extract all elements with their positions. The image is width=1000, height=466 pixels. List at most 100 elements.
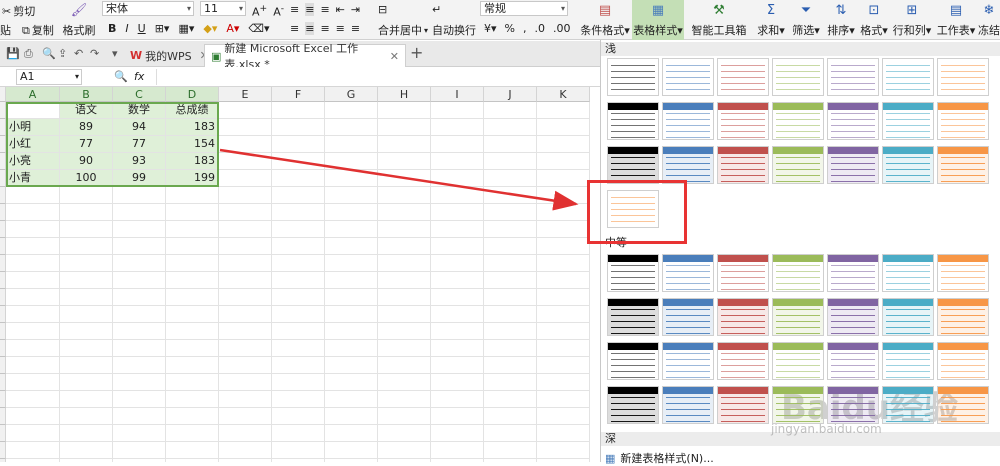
grid-cell[interactable] <box>219 425 272 442</box>
grid-cell[interactable] <box>6 221 60 238</box>
grid-cell[interactable] <box>272 102 325 119</box>
grid-cell[interactable] <box>484 272 537 289</box>
grid-cell[interactable] <box>378 340 431 357</box>
table-style-swatch[interactable] <box>882 342 934 380</box>
table-style-swatch[interactable] <box>882 386 934 424</box>
grid-cell[interactable] <box>166 272 219 289</box>
cut-button[interactable]: ✂ 剪切 <box>2 3 35 19</box>
grid-cell[interactable] <box>219 442 272 459</box>
grid-cell[interactable] <box>272 170 325 187</box>
font-name-select[interactable]: 宋体 ▾ <box>102 1 194 16</box>
table-style-swatch[interactable] <box>662 254 714 292</box>
grid-cell[interactable] <box>272 153 325 170</box>
grid-cell[interactable] <box>272 187 325 204</box>
grid-cell[interactable] <box>272 221 325 238</box>
grid-cell[interactable] <box>219 102 272 119</box>
grid-cell[interactable] <box>219 204 272 221</box>
column-header-e[interactable]: E <box>219 87 272 102</box>
grid-cell[interactable] <box>166 255 219 272</box>
row-header[interactable] <box>0 357 6 374</box>
zoom-icon[interactable]: 🔍 <box>114 70 128 83</box>
grid-cell[interactable] <box>60 340 113 357</box>
print-icon[interactable]: ⎙ <box>24 47 33 61</box>
grid-cell[interactable] <box>113 408 166 425</box>
grid-cell[interactable] <box>484 102 537 119</box>
grid-cell[interactable] <box>537 102 590 119</box>
grid-cell[interactable] <box>431 187 484 204</box>
grid-cell[interactable] <box>219 323 272 340</box>
table-style-swatch[interactable] <box>827 102 879 140</box>
grid-cell[interactable] <box>484 374 537 391</box>
grid-cell[interactable] <box>272 255 325 272</box>
row-header[interactable] <box>0 238 6 255</box>
grid-cell[interactable] <box>113 289 166 306</box>
grid-cell[interactable] <box>60 238 113 255</box>
grid-cell[interactable] <box>272 289 325 306</box>
grid-cell[interactable] <box>325 425 378 442</box>
table-style-swatch[interactable] <box>717 342 769 380</box>
column-header-j[interactable]: J <box>484 87 537 102</box>
table-style-swatch[interactable] <box>662 298 714 336</box>
grid-cell[interactable] <box>219 187 272 204</box>
decrease-decimal-icon[interactable]: .00 <box>553 22 571 35</box>
grid-cell[interactable] <box>6 238 60 255</box>
bold-button[interactable]: B <box>108 22 116 35</box>
grid-cell[interactable] <box>60 442 113 459</box>
grid-cell[interactable] <box>325 119 378 136</box>
table-style-swatch[interactable] <box>772 146 824 184</box>
grid-cell[interactable] <box>378 204 431 221</box>
grid-cell[interactable] <box>484 238 537 255</box>
formula-input[interactable] <box>156 69 596 85</box>
new-table-style-button[interactable]: ▦ 新建表格样式(N)... <box>605 450 714 466</box>
format-button[interactable]: ⊡ 格式▾ <box>860 0 888 40</box>
grid-cell[interactable] <box>325 102 378 119</box>
grid-cell[interactable] <box>60 323 113 340</box>
grid-cell[interactable] <box>537 323 590 340</box>
grid-cell[interactable] <box>113 442 166 459</box>
column-header-a[interactable]: A <box>6 87 60 102</box>
grid-cell[interactable] <box>166 238 219 255</box>
table-style-swatch[interactable] <box>717 386 769 424</box>
grid-cell[interactable] <box>60 272 113 289</box>
grid-cell[interactable] <box>378 306 431 323</box>
column-header-b[interactable]: B <box>60 87 113 102</box>
grid-cell[interactable] <box>219 170 272 187</box>
column-header-h[interactable]: H <box>378 87 431 102</box>
grid-cell[interactable] <box>113 221 166 238</box>
row-header[interactable] <box>0 187 6 204</box>
font-shrink-icon[interactable]: A- <box>273 3 284 19</box>
grid-cell[interactable] <box>378 238 431 255</box>
row-header[interactable] <box>0 272 6 289</box>
table-style-swatch[interactable] <box>772 102 824 140</box>
grid-cell[interactable] <box>272 357 325 374</box>
grid-cell[interactable] <box>431 238 484 255</box>
grid-cell[interactable] <box>219 391 272 408</box>
grid-cell[interactable] <box>325 170 378 187</box>
grid-cell[interactable] <box>113 187 166 204</box>
grid-cell[interactable] <box>113 323 166 340</box>
grid-cell[interactable] <box>325 391 378 408</box>
table-style-swatch[interactable] <box>937 386 989 424</box>
table-style-swatch[interactable] <box>607 254 659 292</box>
grid-cell[interactable] <box>60 374 113 391</box>
grid-cell[interactable] <box>219 357 272 374</box>
freeze-button[interactable]: ❄ 冻结 <box>978 0 1000 40</box>
grid-cell[interactable] <box>484 357 537 374</box>
sum-button[interactable]: Σ 求和▾ <box>756 0 786 40</box>
row-header[interactable] <box>0 289 6 306</box>
column-header-k[interactable]: K <box>537 87 590 102</box>
grid-cell[interactable] <box>484 442 537 459</box>
grid-cell[interactable] <box>219 340 272 357</box>
grid-cell[interactable] <box>325 204 378 221</box>
save-icon[interactable]: 💾 <box>6 47 20 60</box>
name-box[interactable]: A1 ▾ <box>16 69 82 85</box>
table-style-swatch[interactable] <box>717 298 769 336</box>
underline-button[interactable]: U <box>138 22 146 35</box>
grid-cell[interactable] <box>537 187 590 204</box>
grid-cell[interactable] <box>378 408 431 425</box>
font-color-icon[interactable]: A▾ <box>226 22 239 35</box>
grid-cell[interactable] <box>60 357 113 374</box>
grid-cell[interactable] <box>484 204 537 221</box>
table-style-swatch[interactable] <box>827 146 879 184</box>
grid-cell[interactable] <box>325 306 378 323</box>
